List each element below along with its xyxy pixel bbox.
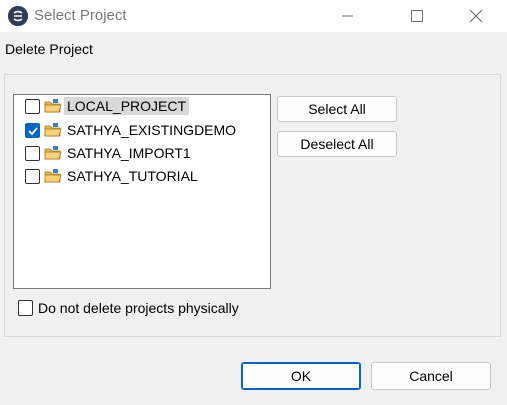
checkmark-icon (28, 126, 38, 135)
maximize-button[interactable] (394, 0, 440, 32)
deselect-all-button[interactable]: Deselect All (277, 131, 397, 157)
keep-files-label: Do not delete projects physically (38, 300, 239, 316)
dialog-subtitle: Delete Project (5, 41, 93, 57)
keep-files-checkbox[interactable] (18, 300, 33, 316)
window-title: Select Project (34, 7, 127, 24)
maximize-icon (411, 10, 423, 22)
ok-button[interactable]: OK (241, 362, 361, 390)
project-checkbox[interactable] (25, 145, 40, 161)
list-item[interactable]: SATHYA_EXISTINGDEMO (25, 120, 239, 140)
project-label: SATHYA_TUTORIAL (67, 168, 198, 184)
folder-project-icon (44, 123, 62, 137)
keep-files-option[interactable]: Do not delete projects physically (18, 300, 239, 316)
list-item[interactable]: LOCAL_PROJECT (25, 96, 190, 116)
project-checkbox[interactable] (25, 122, 40, 138)
folder-project-icon (44, 169, 62, 183)
folder-project-icon (44, 99, 62, 113)
list-item[interactable]: SATHYA_IMPORT1 (25, 143, 194, 163)
close-button[interactable] (453, 0, 499, 32)
project-label: SATHYA_EXISTINGDEMO (67, 122, 237, 138)
minimize-button[interactable] (325, 0, 371, 32)
project-checkbox[interactable] (25, 168, 40, 184)
project-checkbox[interactable] (25, 98, 40, 114)
cancel-button[interactable]: Cancel (371, 362, 491, 390)
folder-project-icon (44, 146, 62, 160)
project-label: SATHYA_IMPORT1 (67, 145, 191, 161)
list-item[interactable]: SATHYA_TUTORIAL (25, 166, 201, 186)
title-bar: Select Project (0, 0, 507, 32)
minimize-icon (342, 15, 353, 17)
app-logo-icon (8, 6, 28, 26)
close-icon (469, 9, 483, 23)
project-label: LOCAL_PROJECT (64, 97, 190, 115)
select-all-button[interactable]: Select All (277, 96, 397, 122)
